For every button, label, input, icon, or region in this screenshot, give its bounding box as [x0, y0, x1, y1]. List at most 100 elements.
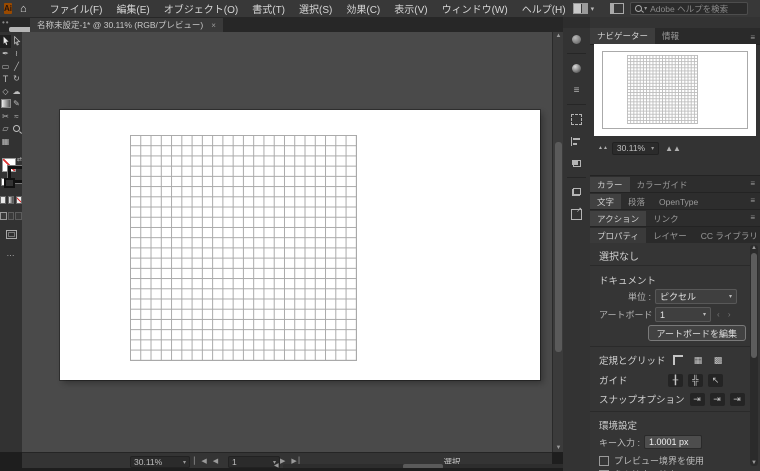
transform-panel-icon[interactable] [563, 108, 590, 130]
ruler-icon[interactable] [671, 354, 686, 367]
artboard-dropdown[interactable]: 1 ▾ [655, 307, 711, 322]
snap-to-pixel-icon[interactable]: ⇥ [729, 392, 745, 406]
menu-type[interactable]: 書式(T) [245, 1, 292, 16]
vertical-scrollbar-thumb[interactable] [555, 142, 562, 352]
scissors-tool[interactable]: ✂ [0, 110, 11, 123]
default-stroke-icon[interactable] [4, 177, 15, 188]
tab-close-icon[interactable]: × [211, 21, 216, 30]
draw-normal-icon[interactable] [0, 211, 7, 220]
tab-color[interactable]: カラー [590, 176, 630, 193]
tab-layers[interactable]: レイヤー [646, 228, 694, 244]
preview-bounds-checkbox[interactable] [599, 455, 609, 466]
document-tab[interactable]: 名称未設定-1* @ 30.11% (RGB/プレビュー) × [30, 18, 223, 32]
home-icon[interactable]: ⌂ [20, 3, 27, 15]
artboard-tool[interactable]: ▱ [0, 123, 11, 136]
stroke-panel-icon[interactable]: ≡ [563, 79, 590, 101]
color-mode-icon[interactable] [0, 195, 6, 204]
edit-artboards-button[interactable]: アートボードを編集 [647, 325, 746, 341]
line-segment-tool[interactable]: ╱ [11, 60, 22, 73]
pencil-tool[interactable]: ✎ [11, 98, 22, 111]
smart-guides-icon[interactable]: ↖ [708, 373, 723, 387]
panel-menu-icon[interactable]: ≡ [745, 196, 760, 207]
unit-dropdown[interactable]: ピクセル ▾ [655, 289, 737, 304]
menu-effect[interactable]: 効果(C) [339, 1, 387, 16]
artboard-nav-select[interactable]: 1 ▾ [228, 456, 280, 468]
pixel-grid-icon[interactable]: ▩ [711, 354, 726, 367]
properties-scrollbar[interactable]: ▲ ▼ [750, 245, 758, 466]
tab-actions[interactable]: アクション [590, 210, 647, 227]
tab-color-guide[interactable]: カラーガイド [630, 177, 695, 193]
warp-tool[interactable]: ☁ [11, 85, 22, 98]
artboard[interactable] [60, 110, 540, 380]
tab-links[interactable]: リンク [646, 211, 686, 227]
width-tool[interactable]: ≈ [11, 110, 22, 123]
panel-menu-icon[interactable]: ≡ [745, 179, 760, 190]
screen-mode-icon[interactable] [5, 229, 17, 239]
panel-menu-icon[interactable]: ≡ [745, 33, 760, 44]
tab-opentype[interactable]: OpenType [652, 195, 705, 209]
rotate-tool[interactable]: ↻ [11, 73, 22, 86]
paintbrush-tool[interactable]: ≀ [11, 48, 22, 61]
scroll-down-icon[interactable]: ▼ [750, 460, 758, 466]
menu-object[interactable]: オブジェクト(O) [157, 1, 245, 16]
menu-edit[interactable]: 編集(E) [109, 1, 156, 16]
divider [590, 346, 750, 347]
tab-navigator[interactable]: ナビゲーター [590, 28, 656, 44]
toolbar-drag-dots: •• [2, 18, 10, 27]
gradient-panel-icon[interactable] [563, 57, 590, 79]
direct-selection-tool[interactable] [11, 35, 22, 48]
show-guides-icon[interactable]: ╂ [668, 373, 683, 387]
menu-select[interactable]: 選択(S) [292, 1, 339, 16]
grid-icon[interactable]: ▦ [691, 354, 706, 367]
edit-toolbar-button[interactable]: ⋯ [0, 251, 22, 260]
zoom-tool[interactable] [11, 123, 22, 136]
zoom-level-select[interactable]: 30.11% ▾ [130, 456, 190, 468]
perspective-grid-tool[interactable]: ▦ [0, 135, 11, 148]
artboard-label: アートボード : [599, 310, 658, 320]
align-panel-icon[interactable] [563, 130, 590, 152]
key-input-value: 1.0001 px [649, 437, 689, 447]
navigator-preview[interactable] [594, 44, 756, 136]
tab-properties[interactable]: プロパティ [590, 227, 646, 244]
menu-view[interactable]: 表示(V) [387, 1, 434, 16]
tab-info[interactable]: 情報 [655, 28, 686, 44]
chevron-down-icon[interactable]: ▾ [591, 5, 595, 13]
snap-to-point-icon[interactable]: ⇥ [689, 392, 705, 406]
canvas-area[interactable] [22, 32, 552, 452]
workspace-switcher-icon[interactable] [572, 3, 588, 14]
lock-guides-icon[interactable]: ╬ [688, 373, 703, 387]
draw-behind-icon[interactable] [7, 211, 15, 220]
tab-paragraph[interactable]: 段落 [621, 194, 652, 210]
grid-object[interactable] [130, 135, 357, 361]
rectangle-tool[interactable]: ▭ [0, 60, 11, 73]
tab-cc-libraries[interactable]: CC ライブラリ [694, 228, 760, 244]
help-search-input[interactable]: ▾ Adobe ヘルプを検索 [630, 2, 749, 15]
menu-window[interactable]: ウィンドウ(W) [435, 1, 515, 16]
properties-scrollbar-thumb[interactable] [751, 253, 757, 358]
eraser-tool[interactable]: ◇ [0, 85, 11, 98]
tab-character[interactable]: 文字 [590, 193, 622, 210]
draw-inside-icon[interactable] [15, 211, 23, 220]
selection-tool[interactable] [0, 35, 11, 48]
menu-help[interactable]: ヘルプ(H) [515, 1, 573, 16]
menu-file[interactable]: ファイル(F) [43, 1, 110, 16]
symbols-panel-icon[interactable] [563, 181, 590, 203]
artboard-prev-next-icons[interactable]: ‹ › [717, 310, 734, 319]
arrange-documents-icon[interactable] [610, 3, 625, 14]
snap-to-grid-icon[interactable]: ⇥ [709, 392, 725, 406]
export-panel-icon[interactable] [563, 203, 590, 225]
gradient-mode-icon[interactable] [8, 195, 14, 204]
scroll-up-icon[interactable]: ▲ [750, 245, 758, 251]
first-artboard-icon[interactable]: ▏◀ ◀ [194, 457, 220, 465]
zoom-in-icon[interactable]: ▲▲ [665, 144, 681, 153]
color-panel-icon[interactable] [563, 28, 590, 50]
navigator-zoom-select[interactable]: 30.11% ▾ [611, 141, 660, 155]
artboard-value: 1 [660, 309, 666, 320]
key-input-field[interactable]: 1.0001 px [644, 435, 703, 449]
type-tool[interactable]: T [0, 73, 11, 86]
panel-menu-icon[interactable]: ≡ [745, 213, 760, 224]
pen-tool[interactable]: ✒ [0, 48, 11, 61]
pathfinder-panel-icon[interactable] [563, 152, 590, 174]
gradient-tool[interactable] [0, 98, 11, 111]
zoom-out-icon[interactable]: ▲▲ [598, 145, 608, 151]
